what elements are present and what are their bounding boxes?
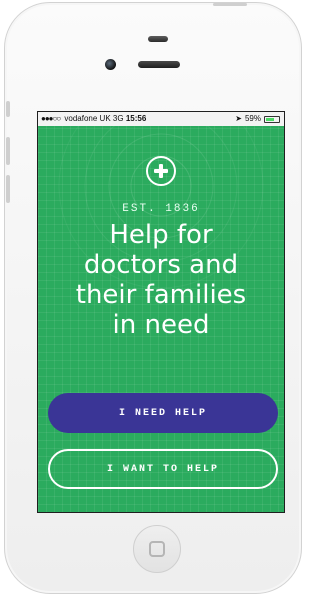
- sensor-slot: [148, 36, 168, 42]
- earpiece-speaker: [138, 61, 180, 68]
- power-button: [213, 3, 247, 6]
- battery-percent: 59%: [244, 114, 261, 123]
- carrier-name: vodafone UK: [64, 114, 111, 123]
- network-type: 3G: [112, 114, 124, 123]
- i-want-to-help-button[interactable]: I WANT TO HELP: [48, 449, 278, 489]
- front-camera: [105, 59, 116, 70]
- headline-line: their families: [75, 280, 247, 310]
- home-button[interactable]: [133, 525, 181, 573]
- headline-line: in need: [112, 310, 210, 340]
- phone-frame: ●●●○○ vodafone UK 3G 15:56 ➤ 59% EST. 18…: [4, 2, 302, 594]
- i-need-help-button[interactable]: I NEED HELP: [48, 393, 278, 433]
- volume-down-button: [6, 175, 10, 203]
- plus-circle-icon: [146, 156, 176, 186]
- app-screen: ●●●○○ vodafone UK 3G 15:56 ➤ 59% EST. 18…: [37, 111, 285, 513]
- location-arrow-icon: ➤: [235, 114, 242, 123]
- signal-strength: ●●●○○: [41, 114, 61, 123]
- battery-icon: [264, 115, 280, 123]
- headline: Help for doctors and their families in n…: [44, 220, 278, 340]
- headline-line: doctors and: [83, 250, 239, 280]
- mute-switch: [6, 101, 10, 117]
- clock: 15:56: [125, 114, 147, 123]
- headline-line: Help for: [109, 220, 213, 250]
- volume-up-button: [6, 137, 10, 165]
- established-label: EST. 1836: [122, 203, 200, 215]
- status-bar: ●●●○○ vodafone UK 3G 15:56 ➤ 59%: [38, 112, 284, 126]
